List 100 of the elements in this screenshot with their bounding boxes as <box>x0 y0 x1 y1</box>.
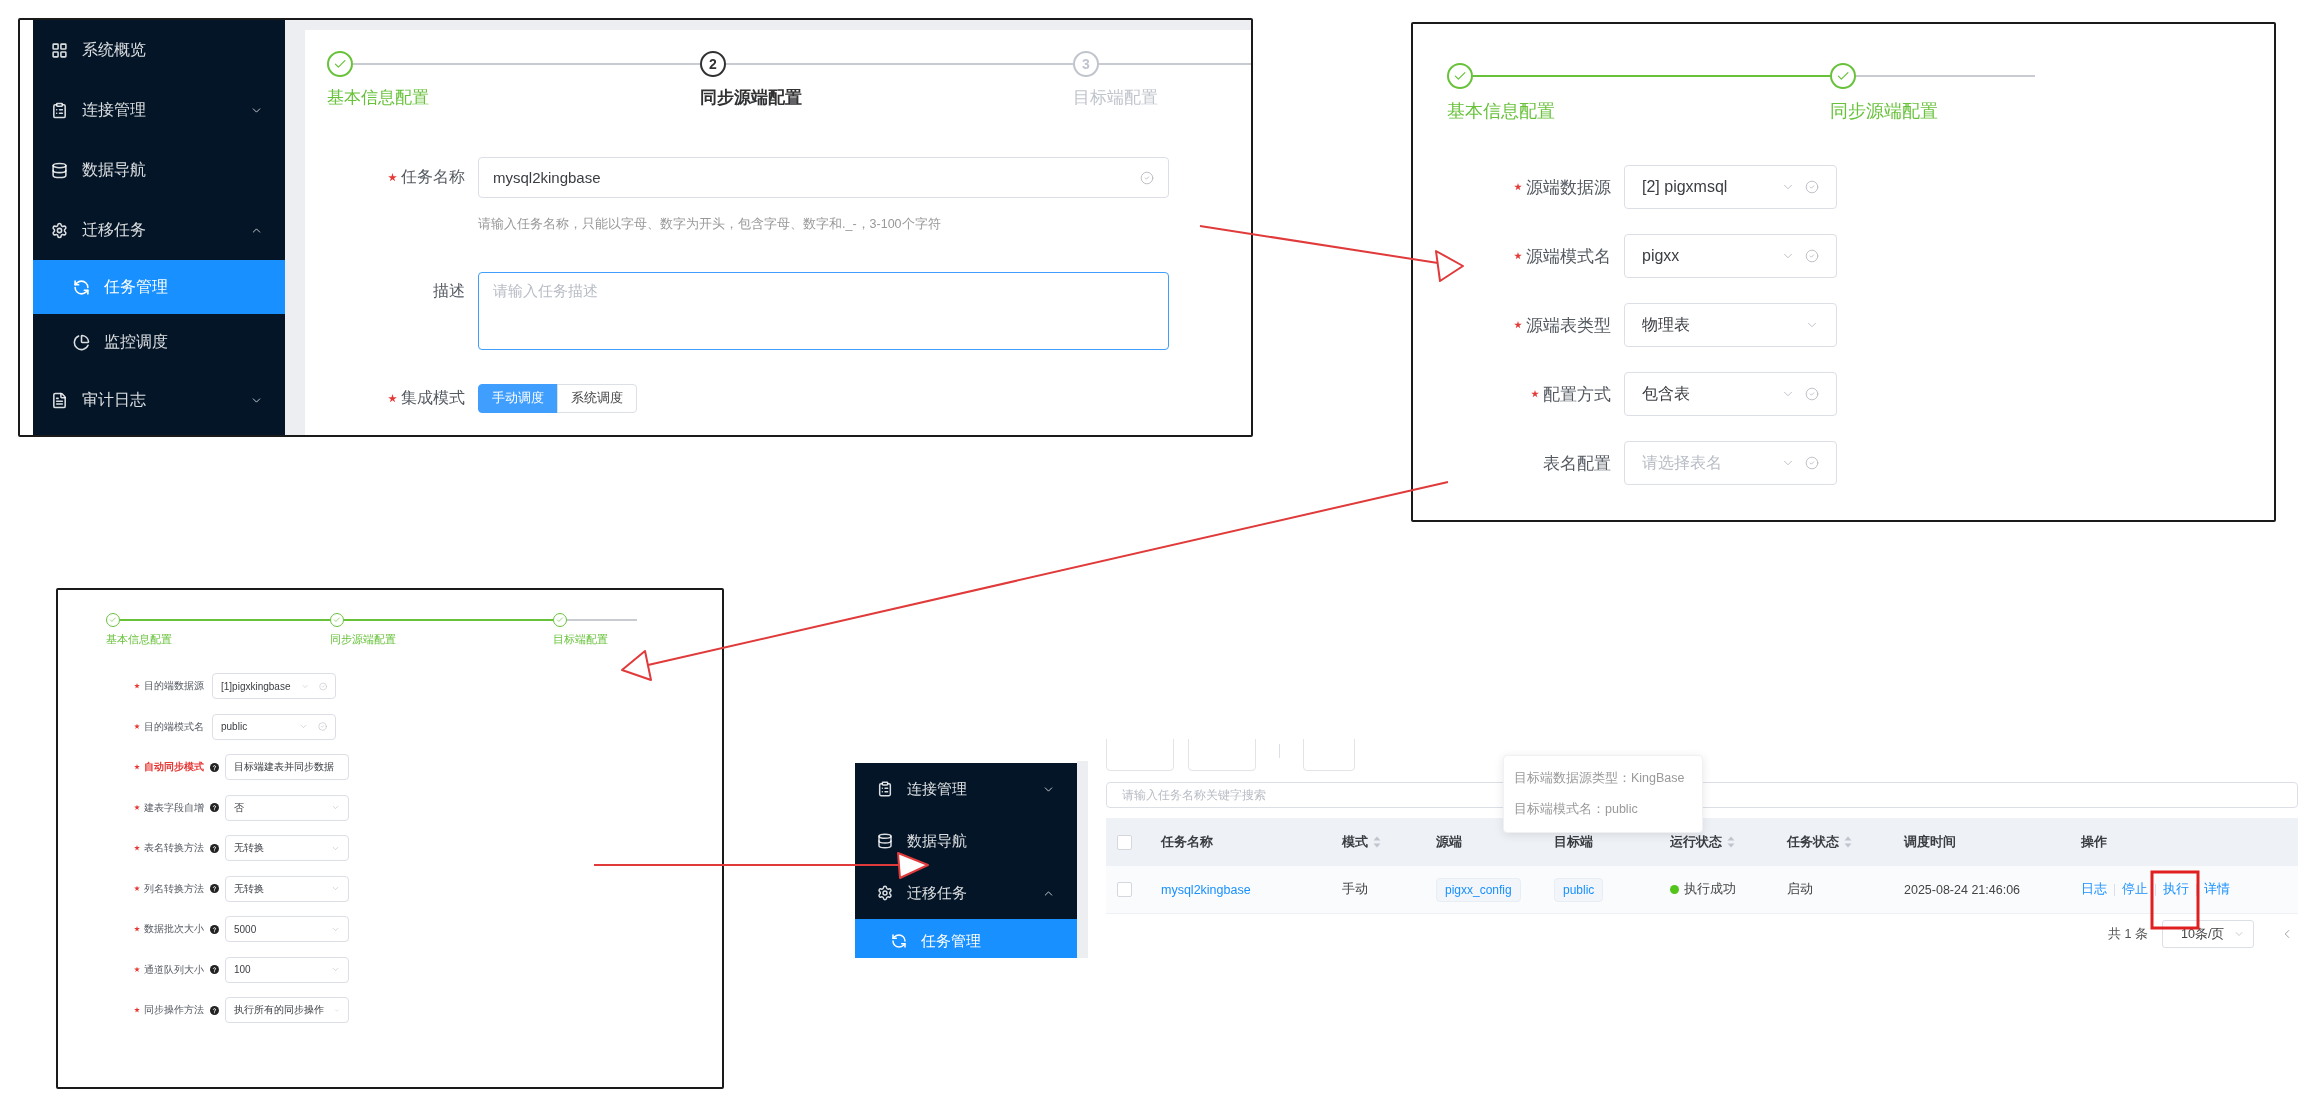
database-icon <box>877 833 893 849</box>
column-header: 调度时间 <box>1904 833 1956 851</box>
help-icon <box>210 1005 219 1015</box>
step-title: 基本信息配置 <box>106 632 172 647</box>
check-circle-icon <box>1805 456 1819 470</box>
sort-icon <box>1844 836 1852 848</box>
select-field[interactable]: [1]pigxkingbase <box>212 673 336 699</box>
document-icon <box>51 391 68 409</box>
step-title: 基本信息配置 <box>327 87 429 109</box>
toolbar-button[interactable] <box>1303 739 1355 771</box>
sidebar-item[interactable]: 数据导航 <box>33 140 285 200</box>
sidebar-item[interactable]: 系统概览 <box>33 20 285 80</box>
help-icon <box>210 843 219 853</box>
field-label: 表名转换方法 <box>134 841 204 855</box>
refresh-icon <box>891 933 907 949</box>
step-title: 基本信息配置 <box>1447 100 1555 123</box>
step-title: 同步源端配置 <box>1830 100 1938 123</box>
step-number: 3 <box>1073 51 1099 77</box>
select-field[interactable]: 执行所有的同步操作 <box>225 997 349 1023</box>
field-label: 同步操作方法 <box>134 1003 204 1017</box>
sidebar-item[interactable]: 数据导航 <box>855 815 1077 867</box>
check-circle-icon <box>318 722 327 731</box>
text-input-field[interactable]: mysql2kingbase <box>478 157 1169 198</box>
step-title: 目标端配置 <box>553 632 608 647</box>
field-label: 集成模式 <box>388 388 465 409</box>
field-label: 源端模式名 <box>1514 244 1611 268</box>
sidebar-item[interactable]: 迁移任务 <box>855 867 1077 919</box>
sidebar-item[interactable]: 审计日志 <box>33 370 285 430</box>
checkbox[interactable] <box>1117 882 1132 897</box>
select-field[interactable]: 100 <box>225 956 349 983</box>
toolbar-button[interactable] <box>1188 739 1256 771</box>
field-label: 自动同步模式 <box>134 760 204 774</box>
field-label: 数据批次大小 <box>134 922 204 936</box>
sort-icon <box>1373 836 1381 848</box>
help-icon <box>210 803 219 812</box>
sidebar-item[interactable]: 连接管理 <box>33 80 285 140</box>
column-header[interactable]: 运行状态 <box>1670 833 1735 851</box>
select-field[interactable]: 5000 <box>225 916 349 942</box>
sidebar-item[interactable]: 连接管理 <box>855 763 1077 815</box>
check-circle-icon <box>1805 249 1819 263</box>
field-label: 建表字段自增 <box>134 800 204 815</box>
table-cell: 2025-08-24 21:46:06 <box>1904 882 2021 897</box>
table-cell: 手动 <box>1342 881 1368 898</box>
field-label: 任务名称 <box>388 167 465 188</box>
field-label: 列名转换方法 <box>134 881 204 896</box>
sidebar-item[interactable]: 监控调度 <box>33 314 285 370</box>
gear-icon <box>877 885 893 901</box>
total-count: 共 1 条 <box>2108 925 2148 943</box>
sort-icon <box>1727 836 1735 848</box>
column-header: 任务名称 <box>1161 833 1213 851</box>
check-circle-icon <box>1140 170 1154 185</box>
step-title: 同步源端配置 <box>330 632 396 647</box>
select-field[interactable]: 包含表 <box>1624 372 1837 416</box>
help-icon <box>210 762 219 772</box>
check-circle-icon <box>1805 387 1819 401</box>
page-size-select[interactable]: 10条/页 <box>2162 920 2254 948</box>
column-header: 目标端 <box>1554 833 1593 851</box>
select-field[interactable]: public <box>212 713 336 740</box>
checkbox[interactable] <box>1117 834 1132 850</box>
select-field[interactable]: pigxx <box>1624 234 1837 278</box>
help-icon <box>210 924 219 934</box>
clipboard-icon <box>51 101 68 119</box>
chevron-down-icon <box>299 722 308 731</box>
sidebar-item[interactable]: 迁移任务 <box>33 200 285 260</box>
column-header: 操作 <box>2081 833 2107 851</box>
refresh-icon <box>73 278 90 296</box>
field-label: 通道队列大小 <box>134 962 204 977</box>
database-icon <box>51 161 68 179</box>
select-field[interactable]: 物理表 <box>1624 303 1837 347</box>
clipboard-icon <box>877 781 893 797</box>
status-text: 执行成功 <box>1684 881 1736 898</box>
select-field[interactable]: 否 <box>225 794 349 821</box>
field-label: 源端数据源 <box>1514 175 1611 199</box>
select-field[interactable]: [2] pigxmsql <box>1624 165 1837 209</box>
column-header[interactable]: 模式 <box>1342 833 1381 851</box>
help-icon <box>210 965 219 974</box>
select-field[interactable]: 无转换 <box>225 835 349 861</box>
chevron-down-icon <box>331 803 340 812</box>
field-label: 描述 <box>433 280 465 301</box>
help-icon <box>210 884 219 893</box>
mode-option-button[interactable]: 系统调度 <box>557 384 637 413</box>
column-header: 源端 <box>1436 833 1462 851</box>
grid-icon <box>51 41 68 59</box>
pie-chart-icon <box>73 333 90 351</box>
step-title: 目标端配置 <box>1073 87 1158 109</box>
field-label: 源端表类型 <box>1514 313 1611 337</box>
toolbar-button[interactable] <box>1106 739 1174 771</box>
check-circle-icon <box>1805 180 1819 194</box>
select-field[interactable]: 目标端建表并同步数据 <box>225 754 349 780</box>
select-field[interactable]: 无转换 <box>225 875 349 902</box>
step-title: 同步源端配置 <box>700 87 802 109</box>
field-label: 表名配置 <box>1543 452 1611 475</box>
field-label: 目的端数据源 <box>134 679 204 693</box>
check-circle-icon <box>318 681 327 691</box>
field-label: 配置方式 <box>1531 382 1611 406</box>
chevron-down-icon <box>331 965 340 974</box>
table-cell: 启动 <box>1787 881 1813 898</box>
gear-icon <box>51 221 68 239</box>
chevron-down-icon <box>331 884 340 893</box>
column-header[interactable]: 任务状态 <box>1787 833 1852 851</box>
